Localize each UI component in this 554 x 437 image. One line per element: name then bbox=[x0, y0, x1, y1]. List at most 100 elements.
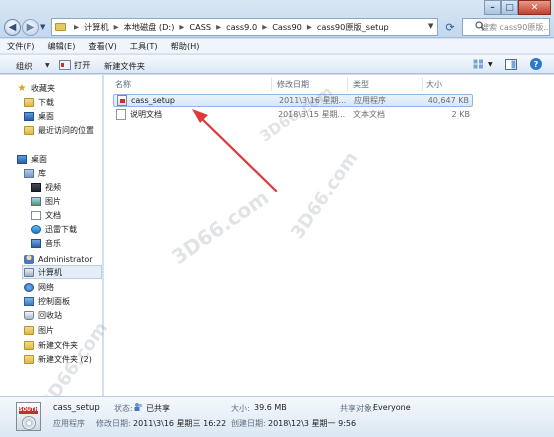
column-header-date[interactable]: 修改日期 bbox=[277, 79, 309, 90]
breadcrumb-cass90[interactable]: Cass90 bbox=[272, 22, 302, 32]
view-icon bbox=[473, 59, 483, 69]
details-pane: SOUTH cass_setup 应用程序 状态: 已共享 修改日期: 2011… bbox=[0, 396, 554, 437]
nav-desktop-favorite[interactable]: 桌面 bbox=[24, 109, 54, 123]
library-icon bbox=[24, 168, 34, 178]
chevron-right-icon[interactable]: ▶ bbox=[307, 23, 312, 31]
recycle-bin-icon bbox=[24, 310, 34, 320]
breadcrumb-setup-folder[interactable]: cass90原版_setup bbox=[317, 21, 389, 33]
file-size: 40,647 KB bbox=[427, 96, 469, 105]
nav-documents[interactable]: 文档 bbox=[31, 208, 61, 222]
open-button-label: 打开 bbox=[74, 60, 91, 70]
nav-libraries[interactable]: 库 bbox=[24, 166, 46, 180]
nav-recent-places[interactable]: 最近访问的位置 bbox=[24, 123, 94, 137]
detail-size-label: 大小: bbox=[231, 404, 250, 413]
nav-recycle-bin[interactable]: 回收站 bbox=[24, 308, 62, 322]
file-type: 文本文档 bbox=[353, 110, 385, 119]
help-icon[interactable]: ? bbox=[530, 58, 542, 70]
column-header-name[interactable]: 名称 bbox=[115, 79, 131, 90]
open-button[interactable]: 打开 bbox=[59, 59, 90, 71]
detail-created-value: 2018\12\3 星期一 9:56 bbox=[268, 419, 357, 428]
file-date: 2011\3\16 星期... bbox=[279, 96, 347, 105]
nav-videos[interactable]: 视频 bbox=[31, 180, 61, 194]
refresh-icon[interactable]: ⟳ bbox=[441, 18, 459, 36]
menu-help[interactable]: 帮助(H) bbox=[171, 40, 200, 52]
file-name: cass_setup bbox=[131, 96, 176, 105]
detail-shared-with-label: 共享对象: bbox=[340, 404, 375, 413]
breadcrumb[interactable]: ▶ 计算机 ▶ 本地磁盘 (D:) ▶ CASS ▶ cass9.0 ▶ Cas… bbox=[51, 18, 438, 36]
chevron-right-icon[interactable]: ▶ bbox=[216, 23, 221, 31]
breadcrumb-drive-d[interactable]: 本地磁盘 (D:) bbox=[124, 21, 175, 33]
file-list: 名称 修改日期 类型 大小 cass_setup 2011\3\16 星期...… bbox=[37, 75, 554, 413]
maximize-button[interactable]: □ bbox=[501, 0, 518, 15]
chevron-right-icon[interactable]: ▶ bbox=[262, 23, 267, 31]
nav-music[interactable]: 音乐 bbox=[31, 236, 61, 250]
setup-application-icon bbox=[117, 95, 127, 106]
search-placeholder: 搜索 cass90原版... bbox=[481, 23, 550, 32]
menu-edit[interactable]: 编辑(E) bbox=[47, 40, 75, 52]
new-folder-button[interactable]: 新建文件夹 bbox=[104, 60, 145, 72]
nav-administrator[interactable]: Administrator bbox=[24, 252, 93, 266]
nav-new-folder-2[interactable]: 新建文件夹 (2) bbox=[24, 352, 92, 366]
nav-pictures[interactable]: 图片 bbox=[31, 194, 61, 208]
breadcrumb-computer[interactable]: 计算机 bbox=[84, 21, 109, 33]
change-view-button[interactable]: ▼ bbox=[473, 59, 493, 69]
detail-size-value: 39.6 MB bbox=[254, 403, 287, 412]
control-panel-icon bbox=[24, 296, 34, 306]
nav-desktop[interactable]: 桌面 bbox=[17, 152, 47, 166]
nav-network[interactable]: 网络 bbox=[24, 280, 54, 294]
watermark: 3D66.com bbox=[167, 184, 274, 270]
menu-view[interactable]: 查看(V) bbox=[88, 40, 116, 52]
chevron-right-icon[interactable]: ▶ bbox=[74, 23, 79, 31]
nav-new-folder[interactable]: 新建文件夹 bbox=[24, 338, 78, 352]
address-toolbar: – □ ✕ ◀ ▶ ▼ ▶ 计算机 ▶ 本地磁盘 (D:) ▶ CASS ▶ c… bbox=[0, 0, 554, 38]
table-row[interactable]: 说明文档 2018\3\15 星期... 文本文档 2 KB bbox=[113, 108, 473, 121]
menu-file[interactable]: 文件(F) bbox=[7, 40, 34, 52]
folder-icon bbox=[24, 354, 34, 364]
open-icon bbox=[59, 60, 71, 70]
minimize-button[interactable]: – bbox=[484, 0, 501, 15]
detail-file-name: cass_setup bbox=[53, 403, 100, 413]
close-button[interactable]: ✕ bbox=[518, 0, 551, 15]
network-icon bbox=[24, 282, 34, 292]
navigation-pane: ★ 收藏夹 下载 桌面 最近访问的位置 桌面 库 视频 图片 文档 迅雷下载 音… bbox=[0, 75, 103, 396]
menu-tools[interactable]: 工具(T) bbox=[130, 40, 158, 52]
table-row[interactable]: cass_setup 2011\3\16 星期... 应用程序 40,647 K… bbox=[113, 94, 473, 107]
star-icon: ★ bbox=[17, 82, 27, 94]
nav-control-panel[interactable]: 控制面板 bbox=[24, 294, 70, 308]
back-button[interactable]: ◀ bbox=[4, 19, 21, 36]
file-date: 2018\3\15 星期... bbox=[278, 110, 346, 119]
column-header-size[interactable]: 大小 bbox=[426, 79, 442, 90]
detail-state-value: 已共享 bbox=[146, 404, 170, 413]
recent-pages-dropdown-icon[interactable]: ▼ bbox=[40, 23, 45, 31]
chevron-down-icon[interactable]: ▼ bbox=[45, 62, 50, 69]
nav-favorites[interactable]: ★ 收藏夹 bbox=[17, 81, 55, 95]
music-icon bbox=[31, 238, 41, 248]
downloads-folder-icon bbox=[24, 97, 34, 107]
address-dropdown-icon[interactable]: ▼ bbox=[428, 22, 433, 30]
user-icon bbox=[24, 254, 34, 264]
organize-button[interactable]: 组织 bbox=[16, 60, 32, 72]
chevron-right-icon[interactable]: ▶ bbox=[114, 23, 119, 31]
preview-pane-button[interactable] bbox=[505, 59, 517, 70]
disc-icon bbox=[22, 416, 36, 430]
video-icon bbox=[31, 182, 41, 192]
detail-file-type: 应用程序 bbox=[53, 419, 85, 428]
column-divider[interactable] bbox=[271, 77, 272, 91]
search-icon[interactable] bbox=[475, 21, 485, 31]
chevron-down-icon: ▼ bbox=[488, 60, 493, 68]
nav-thunder-downloads[interactable]: 迅雷下载 bbox=[31, 222, 77, 236]
column-divider[interactable] bbox=[422, 77, 423, 91]
column-divider[interactable] bbox=[347, 77, 348, 91]
watermark: 3D66.com bbox=[286, 148, 363, 243]
column-header-type[interactable]: 类型 bbox=[353, 79, 369, 90]
command-toolbar: 组织 ▼ 打开 新建文件夹 ▼ ? bbox=[0, 55, 554, 74]
chevron-right-icon[interactable]: ▶ bbox=[179, 23, 184, 31]
file-name: 说明文档 bbox=[130, 110, 162, 119]
forward-button[interactable]: ▶ bbox=[22, 19, 39, 36]
nav-downloads[interactable]: 下载 bbox=[24, 95, 54, 109]
breadcrumb-cass[interactable]: CASS bbox=[189, 22, 211, 32]
preview-pane-icon bbox=[505, 59, 517, 70]
nav-pictures-folder[interactable]: 图片 bbox=[24, 323, 54, 337]
breadcrumb-cass90-version[interactable]: cass9.0 bbox=[226, 22, 257, 32]
nav-computer[interactable]: 计算机 bbox=[22, 265, 102, 279]
